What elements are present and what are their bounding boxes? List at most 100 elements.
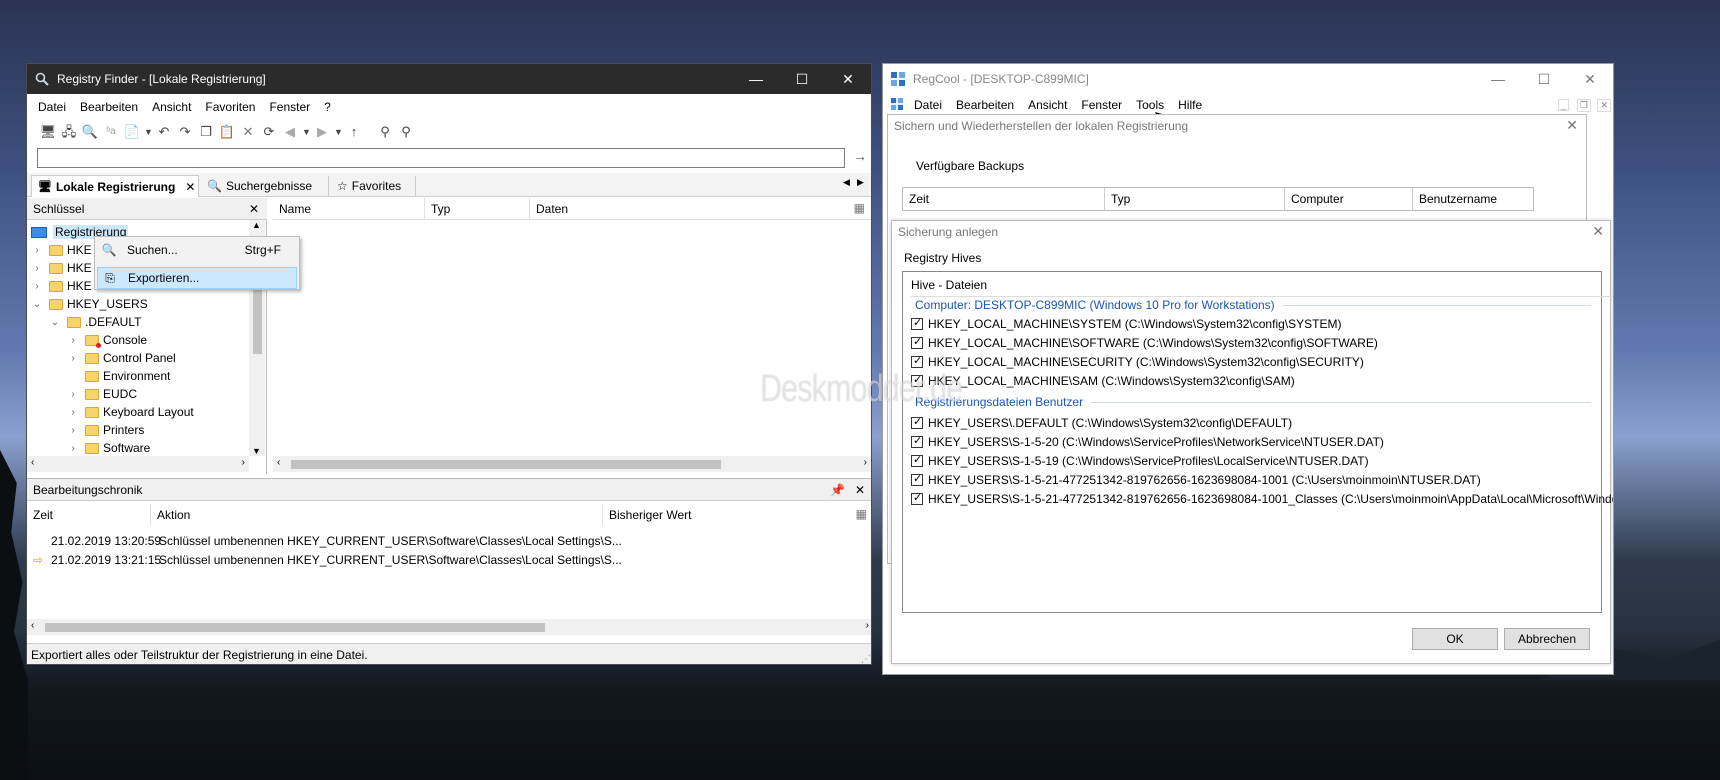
scroll-right-icon[interactable]: › xyxy=(242,457,245,468)
search-icon[interactable]: 🔍 xyxy=(81,123,99,141)
chevron-right-icon[interactable]: › xyxy=(31,281,43,292)
refresh-icon[interactable]: ⟳ xyxy=(260,123,278,141)
tree-node-keyboard-layout[interactable]: › Keyboard Layout xyxy=(67,403,193,421)
rc-titlebar[interactable]: RegCool - [DESKTOP-C899MIC] — ☐ ✕ xyxy=(883,64,1613,94)
hive-item[interactable]: HKEY_USERS\S-1-5-20 (C:\Windows\ServiceP… xyxy=(911,433,1384,451)
checkbox-checked[interactable] xyxy=(911,472,923,486)
tab-favorites[interactable]: ☆ Favorites xyxy=(333,176,417,196)
redo-icon[interactable]: ↷ xyxy=(176,123,194,141)
dropdown-arrow-icon[interactable]: ▼ xyxy=(334,123,343,141)
history-row[interactable]: 21.02.2019 13:20:59 Schlüssel umbenennen… xyxy=(27,532,871,550)
hive-item[interactable]: HKEY_LOCAL_MACHINE\SAM (C:\Windows\Syste… xyxy=(911,372,1295,390)
tree-node-environment[interactable]: Environment xyxy=(67,367,170,385)
tree-node-hkey-users[interactable]: ⌄ HKEY_USERS xyxy=(31,295,148,313)
tree-node-printers[interactable]: › Printers xyxy=(67,421,144,439)
delete-icon[interactable]: ✕ xyxy=(239,123,257,141)
tab-close-icon[interactable]: ✕ xyxy=(185,180,195,194)
pin-icon[interactable]: 📌 xyxy=(830,483,845,497)
hive-item[interactable]: HKEY_USERS\S-1-5-19 (C:\Windows\ServiceP… xyxy=(911,452,1369,470)
checkbox-checked[interactable] xyxy=(911,316,923,330)
column-header-computer[interactable]: Computer xyxy=(1285,188,1413,210)
menu-datei[interactable]: Datei xyxy=(907,98,949,112)
column-header-name[interactable]: Name xyxy=(273,198,425,220)
chevron-right-icon[interactable]: › xyxy=(67,407,79,418)
checkbox-checked[interactable] xyxy=(911,434,923,448)
scroll-up-icon[interactable]: ▲ xyxy=(252,220,261,230)
hive-item[interactable]: HKEY_USERS\.DEFAULT (C:\Windows\System32… xyxy=(911,414,1292,432)
menu-bearbeiten[interactable]: Bearbeiten xyxy=(73,100,145,114)
menu-fenster[interactable]: Fenster xyxy=(1074,98,1129,112)
rf-address-input[interactable] xyxy=(37,148,845,168)
menu-ansicht[interactable]: Ansicht xyxy=(1021,98,1074,112)
hive-item[interactable]: HKEY_LOCAL_MACHINE\SOFTWARE (C:\Windows\… xyxy=(911,334,1378,352)
tab-local-registry[interactable]: 🖥 Lokale Registrierung ✕ xyxy=(31,175,199,197)
column-header-time[interactable]: Zeit xyxy=(903,188,1105,210)
mdi-minimize-icon[interactable]: _ xyxy=(1557,99,1569,111)
column-chooser-icon[interactable]: ▦ xyxy=(856,507,867,521)
column-header-type[interactable]: Typ xyxy=(1105,188,1285,210)
context-menu-item-export[interactable]: ⎘ Exportieren... xyxy=(97,267,297,289)
close-icon[interactable]: ✕ xyxy=(1566,117,1578,134)
scroll-down-icon[interactable]: ▼ xyxy=(252,446,261,456)
chevron-down-icon[interactable]: ⌄ xyxy=(49,317,61,328)
scroll-thumb[interactable] xyxy=(253,290,262,354)
checkbox-checked[interactable] xyxy=(911,415,923,429)
rf-titlebar[interactable]: Registry Finder - [Lokale Registrierung]… xyxy=(27,64,871,94)
hive-item[interactable]: HKEY_USERS\S-1-5-21-477251342-819762656-… xyxy=(911,471,1481,489)
maximize-icon[interactable]: ☐ xyxy=(779,64,825,94)
export-icon[interactable]: 📄 xyxy=(123,123,141,141)
history-hscrollbar[interactable]: ‹ › xyxy=(27,619,871,635)
binoculars-icon[interactable]: ⚲ xyxy=(376,123,394,141)
scroll-left-icon[interactable]: ‹ xyxy=(31,620,34,631)
panel-close-icon[interactable]: ✕ xyxy=(855,483,865,497)
close-icon[interactable]: ✕ xyxy=(1592,223,1604,240)
cancel-button[interactable]: Abbrechen xyxy=(1504,628,1590,650)
checkbox-checked[interactable] xyxy=(911,335,923,349)
up-icon[interactable]: ↑ xyxy=(345,123,363,141)
undo-icon[interactable]: ↶ xyxy=(155,123,173,141)
chevron-right-icon[interactable]: › xyxy=(67,425,79,436)
tree-node[interactable]: › HKE xyxy=(31,241,91,259)
menu-help[interactable]: ? xyxy=(317,100,338,114)
chevron-down-icon[interactable]: ⌄ xyxy=(31,299,43,310)
go-arrow-icon[interactable]: → xyxy=(853,148,867,164)
column-header-type[interactable]: Typ xyxy=(425,198,530,220)
menu-datei[interactable]: Datei xyxy=(31,100,73,114)
tree-node[interactable]: › HKE xyxy=(31,259,91,277)
paste-icon[interactable]: 📋 xyxy=(218,123,236,141)
tree-node-control-panel[interactable]: › Control Panel xyxy=(67,349,175,367)
column-header-data[interactable]: Daten xyxy=(530,198,830,220)
forward-icon[interactable]: ▶ xyxy=(313,123,331,141)
checkbox-checked[interactable] xyxy=(911,491,923,505)
panel-close-icon[interactable]: ✕ xyxy=(249,202,259,216)
replace-icon[interactable]: ᵇa xyxy=(102,123,120,141)
ok-button[interactable]: OK xyxy=(1412,628,1498,650)
column-header-user[interactable]: Benutzername xyxy=(1413,188,1533,210)
scroll-thumb[interactable] xyxy=(45,623,545,632)
history-row[interactable]: ⇨ 21.02.2019 13:21:15 Schlüssel umbenenn… xyxy=(27,551,871,569)
menu-bearbeiten[interactable]: Bearbeiten xyxy=(949,98,1021,112)
tab-scroll-right-icon[interactable]: ▶ xyxy=(857,177,864,188)
mdi-restore-icon[interactable]: ❐ xyxy=(1576,98,1591,112)
scroll-right-icon[interactable]: › xyxy=(866,620,869,631)
minimize-icon[interactable]: — xyxy=(1475,64,1521,94)
dropdown-arrow-icon[interactable]: ▼ xyxy=(302,123,311,141)
back-icon[interactable]: ◀ xyxy=(281,123,299,141)
tree-node-eudc[interactable]: › EUDC xyxy=(67,385,137,403)
chevron-right-icon[interactable]: › xyxy=(67,389,79,400)
close-icon[interactable]: ✕ xyxy=(825,64,871,94)
dropdown-arrow-icon[interactable]: ▼ xyxy=(144,123,153,141)
scroll-right-icon[interactable]: › xyxy=(864,457,867,468)
checkbox-checked[interactable] xyxy=(911,453,923,467)
hive-item[interactable]: HKEY_LOCAL_MACHINE\SYSTEM (C:\Windows\Sy… xyxy=(911,315,1341,333)
chevron-right-icon[interactable]: › xyxy=(67,353,79,364)
menu-favoriten[interactable]: Favoriten xyxy=(198,100,262,114)
chevron-right-icon[interactable]: › xyxy=(31,263,43,274)
checkbox-checked[interactable] xyxy=(911,354,923,368)
menu-fenster[interactable]: Fenster xyxy=(262,100,317,114)
chevron-right-icon[interactable]: › xyxy=(67,443,79,454)
tab-scroll-left-icon[interactable]: ◀ xyxy=(843,177,850,188)
tree-hscrollbar[interactable]: ‹ › xyxy=(27,456,249,472)
minimize-icon[interactable]: — xyxy=(733,64,779,94)
tree-node[interactable]: › HKE xyxy=(31,277,91,295)
